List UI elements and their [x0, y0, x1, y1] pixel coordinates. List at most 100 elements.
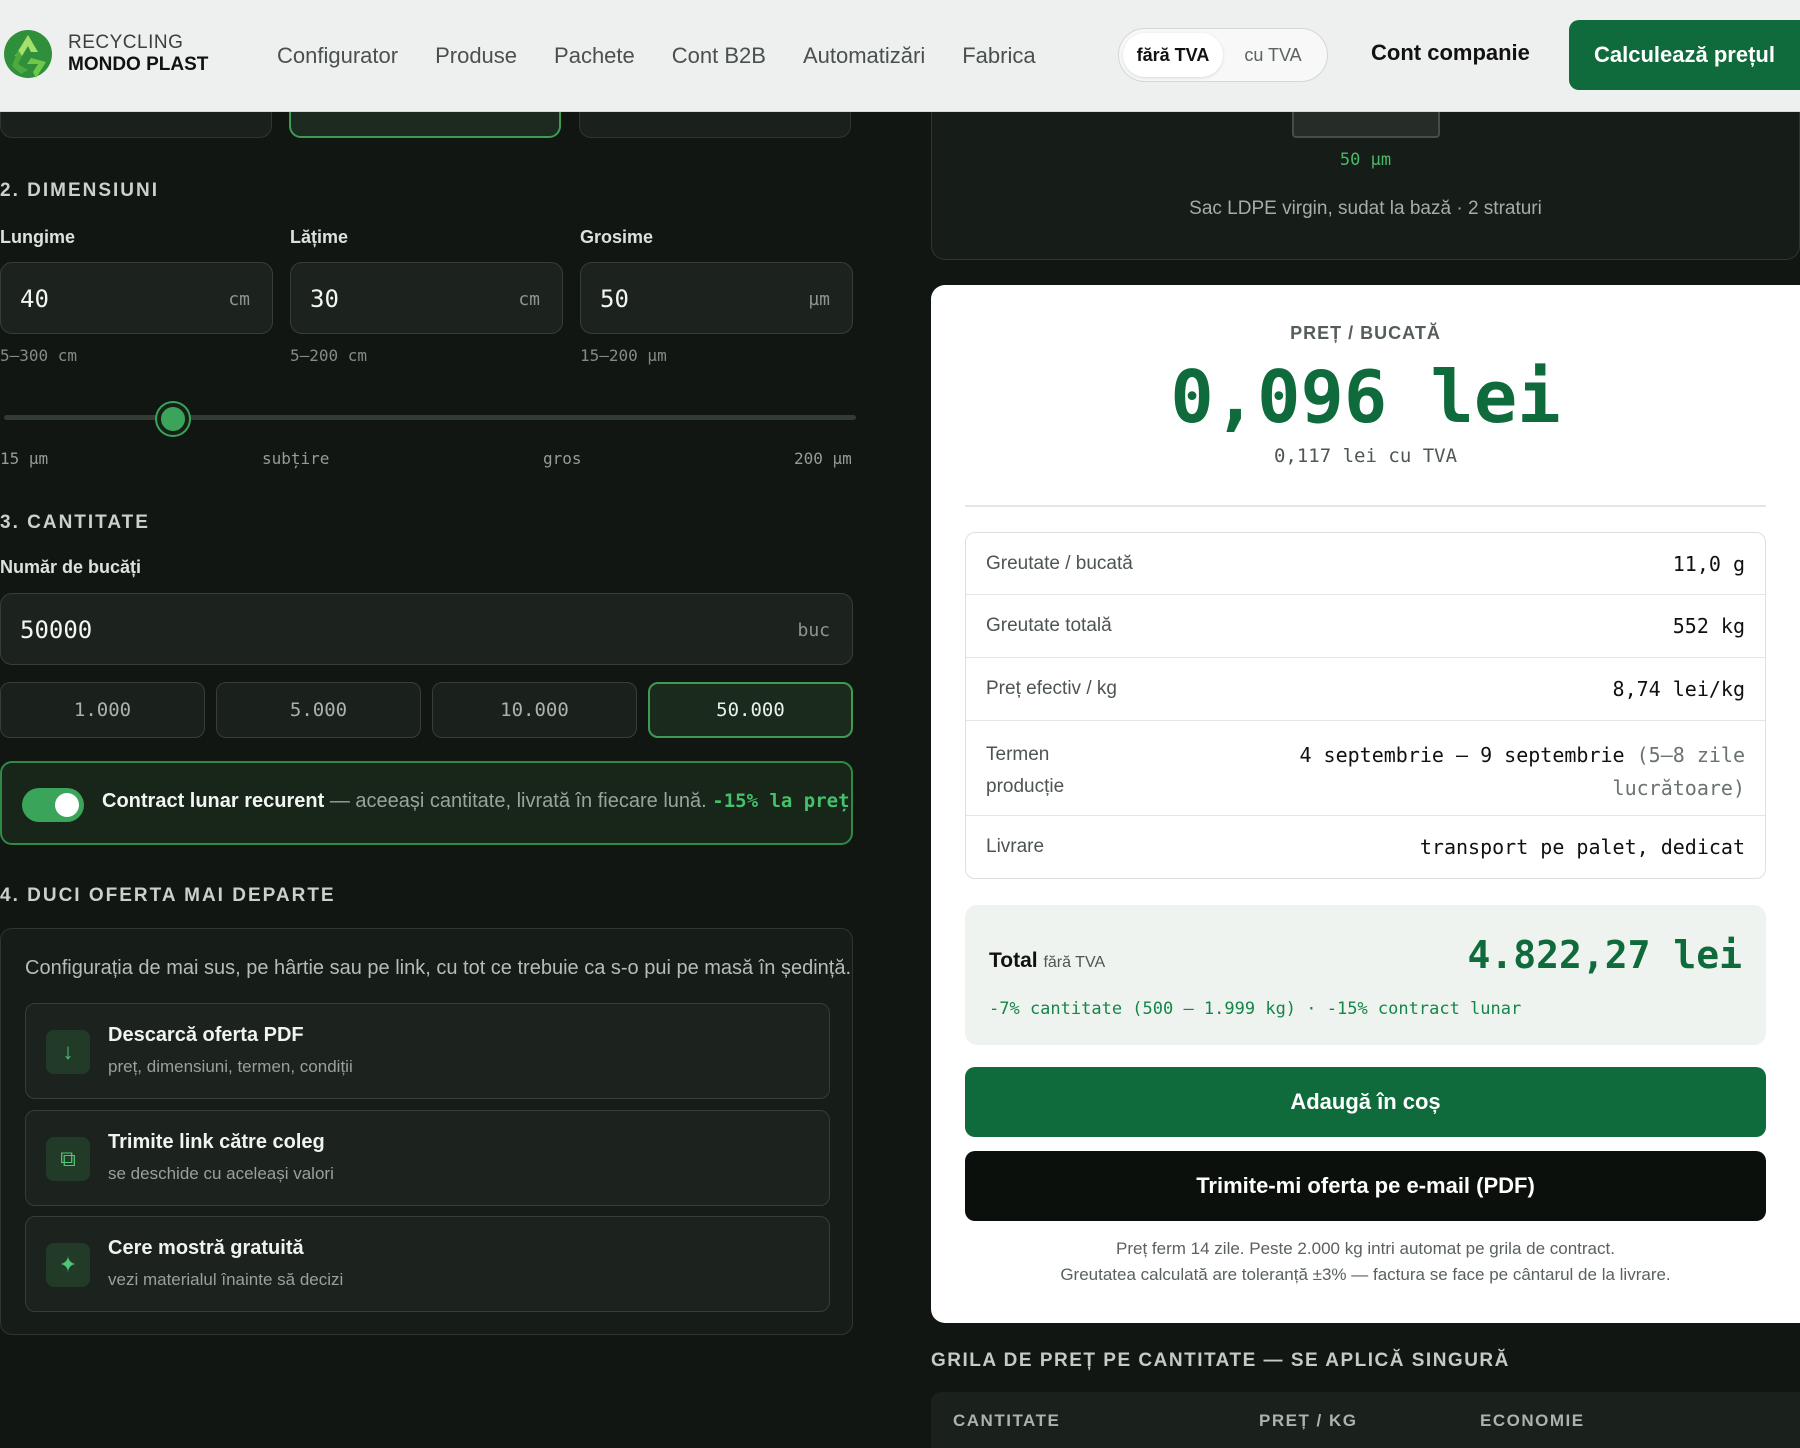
total-label-suffix: fără TVA — [1043, 954, 1106, 971]
top-navbar: RECYCLING MONDO PLAST Configurator Produ… — [0, 0, 1800, 112]
unit-price-label: PREȚ / BUCATĂ — [1290, 323, 1441, 343]
recycle-logo-icon — [4, 30, 52, 78]
total-label-text: Total — [989, 949, 1038, 972]
production-dates: 4 septembrie – 9 septembrie — [1299, 743, 1625, 767]
spec-row-weight-unit: Greutate / bucată 11,0 g — [966, 533, 1765, 595]
unit-price-value: 0,096 lei — [1170, 355, 1561, 439]
divider — [965, 505, 1766, 507]
recurring-contract-option[interactable]: Contract lunar recurent — aceeași cantit… — [0, 761, 853, 845]
slider-thick-label: gros — [543, 449, 582, 468]
menu-item-produse[interactable]: Produse — [435, 43, 517, 69]
company-account-link[interactable]: Cont companie — [1371, 40, 1530, 66]
send-link-button[interactable]: ⧉ Trimite link către coleg se deschide c… — [25, 1110, 830, 1206]
spec-row-price-per-kg: Preț efectiv / kg 8,74 lei/kg — [966, 658, 1765, 721]
section-dimensions-title: 2. DIMENSIUNI — [0, 180, 160, 201]
contract-toggle-switch[interactable] — [22, 788, 84, 822]
total-discount-note: -7% cantitate (500 – 1.999 kg) · -15% co… — [989, 999, 1522, 1019]
menu-item-fabrica[interactable]: Fabrica — [962, 43, 1035, 69]
contract-title: Contract lunar recurent — [102, 790, 325, 812]
quantity-value: 50000 — [20, 616, 93, 644]
grid-col-savings: ECONOMIE — [1480, 1411, 1585, 1430]
total-label: Total fără TVA — [989, 949, 1105, 973]
download-icon: ↓ — [46, 1030, 90, 1074]
request-sample-title: Cere mostră gratuită — [108, 1237, 304, 1259]
slider-min-label: 15 µm — [0, 449, 49, 468]
quantity-label: Număr de bucăți — [0, 557, 142, 577]
length-label: Lungime — [0, 227, 75, 247]
thickness-value: 50 — [600, 285, 629, 313]
spec-value: 8,74 lei/kg — [1612, 677, 1745, 701]
bag-thickness-label: 50 µm — [1339, 150, 1392, 170]
download-pdf-title: Descarcă oferta PDF — [108, 1024, 304, 1046]
thickness-slider-track[interactable] — [4, 415, 856, 420]
thickness-input[interactable]: 50 µm — [580, 262, 853, 334]
thickness-unit: µm — [808, 289, 830, 310]
quantity-preset-1000[interactable]: 1.000 — [0, 682, 205, 738]
menu-item-cont-b2b[interactable]: Cont B2B — [672, 43, 766, 69]
bag-description: Sac LDPE virgin, sudat la bază · 2 strat… — [1189, 198, 1542, 219]
spec-row-production-term: Termen producție 4 septembrie – 9 septem… — [966, 721, 1765, 816]
quantity-preset-50000[interactable]: 50.000 — [648, 682, 853, 738]
menu-item-pachete[interactable]: Pachete — [554, 43, 635, 69]
vat-option-without[interactable]: fără TVA — [1123, 33, 1223, 77]
brand-line-1: RECYCLING — [68, 32, 184, 53]
brand-line-2: MONDO PLAST — [68, 54, 209, 75]
thickness-hint: 15–200 µm — [580, 346, 667, 365]
contract-discount: -15% la preț — [712, 790, 850, 812]
quantity-input[interactable]: 50000 buc — [0, 593, 853, 665]
offer-description: Configurația de mai sus, pe hârtie sau p… — [25, 957, 852, 979]
contract-description: — aceeași cantitate, livrată în fiecare … — [324, 790, 713, 812]
price-grid-header: CANTITATE PREȚ / KG ECONOMIE — [931, 1392, 1800, 1448]
request-sample-subtitle: vezi materialul înainte să decizi — [108, 1270, 344, 1289]
add-to-cart-button[interactable]: Adaugă în coș — [965, 1067, 1766, 1137]
spec-value: 552 kg — [1672, 614, 1745, 638]
width-input[interactable]: 30 cm — [290, 262, 563, 334]
price-specs-table: Greutate / bucată 11,0 g Greutate totală… — [965, 532, 1766, 879]
vat-toggle: fără TVA cu TVA — [1118, 28, 1328, 82]
spec-value: transport pe palet, dedicat — [1419, 835, 1745, 859]
bag-preview-card: 50 µm Sac LDPE virgin, sudat la bază · 2… — [931, 100, 1800, 260]
spec-row-weight-total: Greutate totală 552 kg — [966, 595, 1765, 658]
unit-price-with-vat: 0,117 lei cu TVA — [1273, 445, 1458, 467]
brand-name[interactable]: RECYCLING MONDO PLAST — [68, 32, 208, 76]
spec-key: Termen producție — [986, 744, 1065, 797]
spec-value: 4 septembrie – 9 septembrie (5–8 zile lu… — [1185, 739, 1745, 805]
spec-key: Greutate totală — [986, 615, 1112, 636]
section-quantity-title: 3. CANTITATE — [0, 512, 150, 533]
length-input[interactable]: 40 cm — [0, 262, 273, 334]
spec-row-delivery: Livrare transport pe palet, dedicat — [966, 816, 1765, 878]
grid-col-price-per-kg: PREȚ / KG — [1259, 1411, 1358, 1430]
price-summary-card: PREȚ / BUCATĂ 0,096 lei 0,117 lei cu TVA… — [931, 285, 1800, 1323]
footnote-price-validity: Preț ferm 14 zile. Peste 2.000 kg intri … — [1116, 1239, 1615, 1258]
send-link-title: Trimite link către coleg — [108, 1131, 325, 1153]
calculate-price-button[interactable]: Calculează prețul — [1569, 20, 1800, 90]
quantity-preset-10000[interactable]: 10.000 — [432, 682, 637, 738]
offer-share-panel: Configurația de mai sus, pe hârtie sau p… — [0, 928, 853, 1335]
quantity-preset-5000[interactable]: 5.000 — [216, 682, 421, 738]
main-menu: Configurator Produse Pachete Cont B2B Au… — [277, 0, 1036, 112]
download-pdf-button[interactable]: ↓ Descarcă oferta PDF preț, dimensiuni, … — [25, 1003, 830, 1099]
section-offer-title: 4. DUCI OFERTA MAI DEPARTE — [0, 885, 336, 906]
menu-item-configurator[interactable]: Configurator — [277, 43, 398, 69]
spec-key: Livrare — [986, 836, 1045, 857]
sparkle-icon: ✦ — [46, 1243, 90, 1287]
length-hint: 5–300 cm — [0, 346, 78, 365]
production-days-note: (5–8 zile lucrătoare) — [1612, 743, 1745, 800]
width-hint: 5–200 cm — [290, 346, 368, 365]
quantity-unit: buc — [797, 620, 830, 641]
vat-option-with[interactable]: cu TVA — [1223, 33, 1323, 77]
width-label: Lățime — [290, 227, 349, 247]
price-grid-title: GRILA DE PREȚ PE CANTITATE — SE APLICĂ S… — [931, 1350, 1510, 1371]
footnote-weight-tolerance: Greutatea calculată are toleranță ±3% — … — [1060, 1265, 1671, 1284]
send-link-subtitle: se deschide cu aceleași valori — [108, 1164, 334, 1183]
width-unit: cm — [518, 289, 540, 310]
spec-key: Greutate / bucată — [986, 553, 1133, 574]
length-value: 40 — [20, 285, 49, 313]
email-offer-button[interactable]: Trimite-mi oferta pe e-mail (PDF) — [965, 1151, 1766, 1221]
request-sample-button[interactable]: ✦ Cere mostră gratuită vezi materialul î… — [25, 1216, 830, 1312]
copy-link-icon: ⧉ — [46, 1137, 90, 1181]
download-pdf-subtitle: preț, dimensiuni, termen, condiții — [108, 1057, 353, 1076]
menu-item-automatizari[interactable]: Automatizări — [803, 43, 925, 69]
slider-max-label: 200 µm — [794, 449, 852, 468]
thickness-slider-thumb[interactable] — [157, 403, 189, 435]
